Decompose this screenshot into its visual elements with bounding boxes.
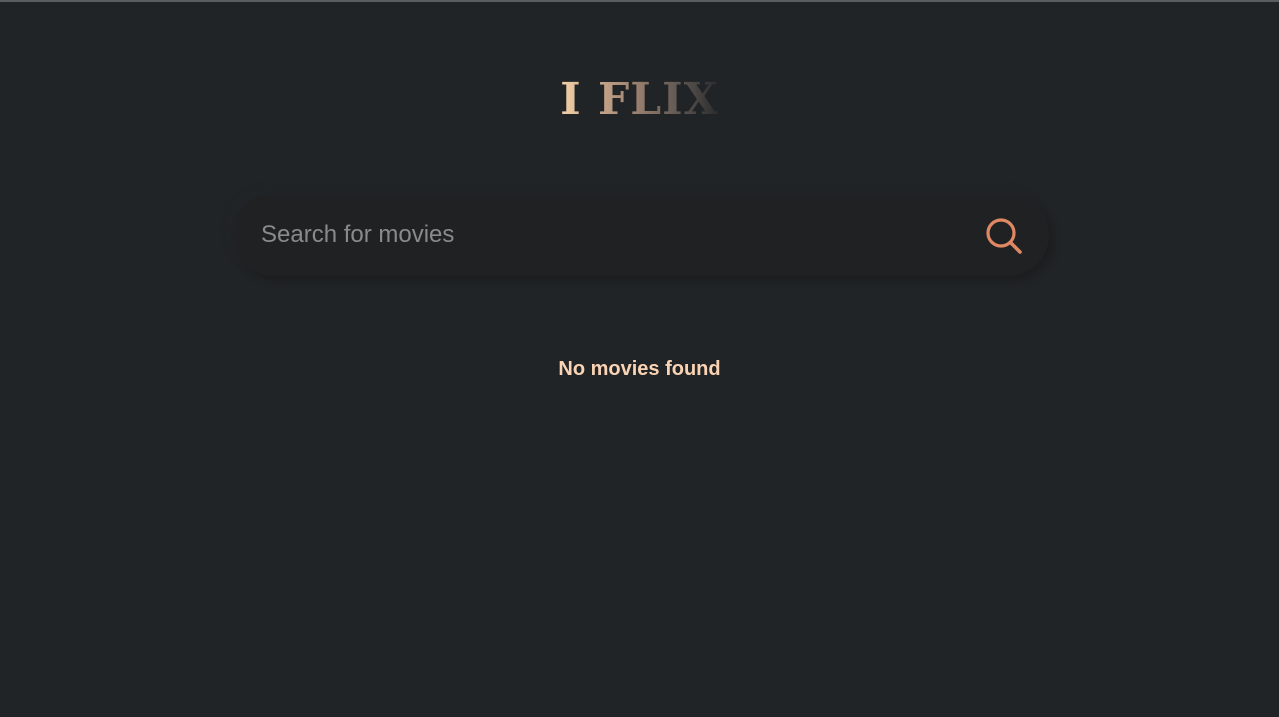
search-icon bbox=[986, 218, 1022, 254]
search-input[interactable] bbox=[261, 215, 961, 255]
app-title: I FLIX bbox=[560, 74, 719, 125]
no-results-message: No movies found bbox=[558, 358, 721, 380]
search-bar bbox=[233, 194, 1049, 276]
app-container: I FLIX No movies found bbox=[0, 0, 1279, 717]
search-button[interactable] bbox=[982, 214, 1026, 258]
